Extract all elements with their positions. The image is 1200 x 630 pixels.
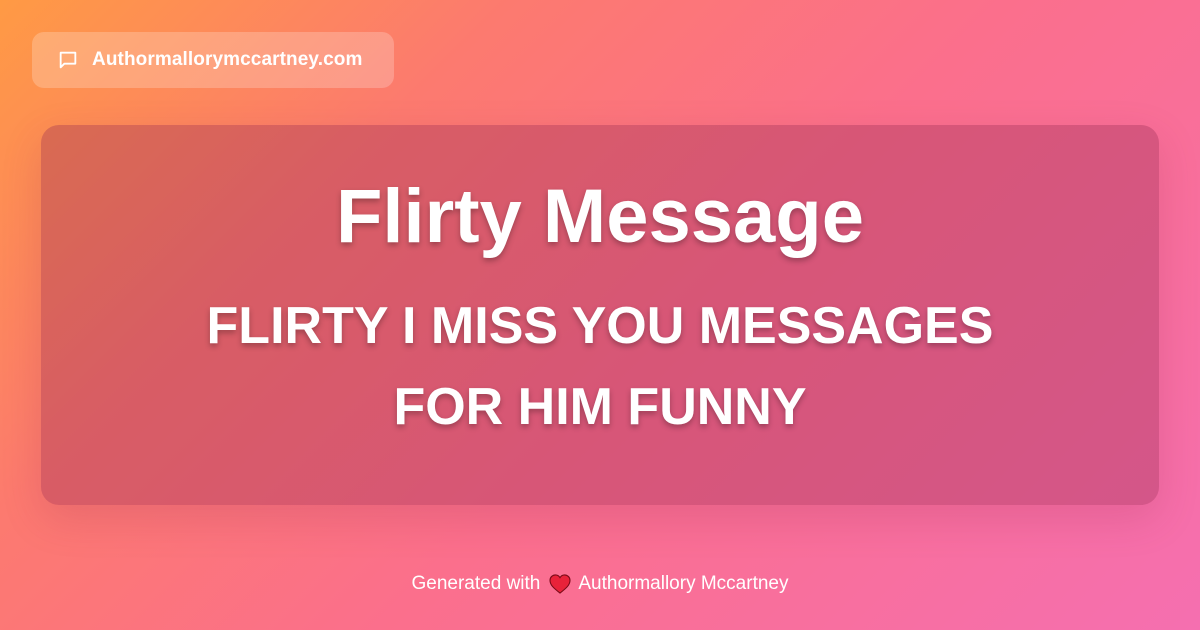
chat-bubble-icon <box>56 48 80 72</box>
heart-icon <box>548 572 572 596</box>
footer-author[interactable]: Authormallory Mccartney <box>578 573 788 595</box>
card-subtitle: FLIRTY I MISS YOU MESSAGES FOR HIM FUNNY <box>206 297 994 436</box>
site-badge[interactable]: Authormallorymccartney.com <box>32 32 394 88</box>
message-card: Flirty Message FLIRTY I MISS YOU MESSAGE… <box>41 125 1159 505</box>
footer-credit: Generated with Authormallory Mccartney <box>0 572 1200 596</box>
footer-prefix: Generated with <box>411 573 541 594</box>
card-title: Flirty Message <box>336 173 864 259</box>
site-domain: Authormallorymccartney.com <box>92 49 363 70</box>
